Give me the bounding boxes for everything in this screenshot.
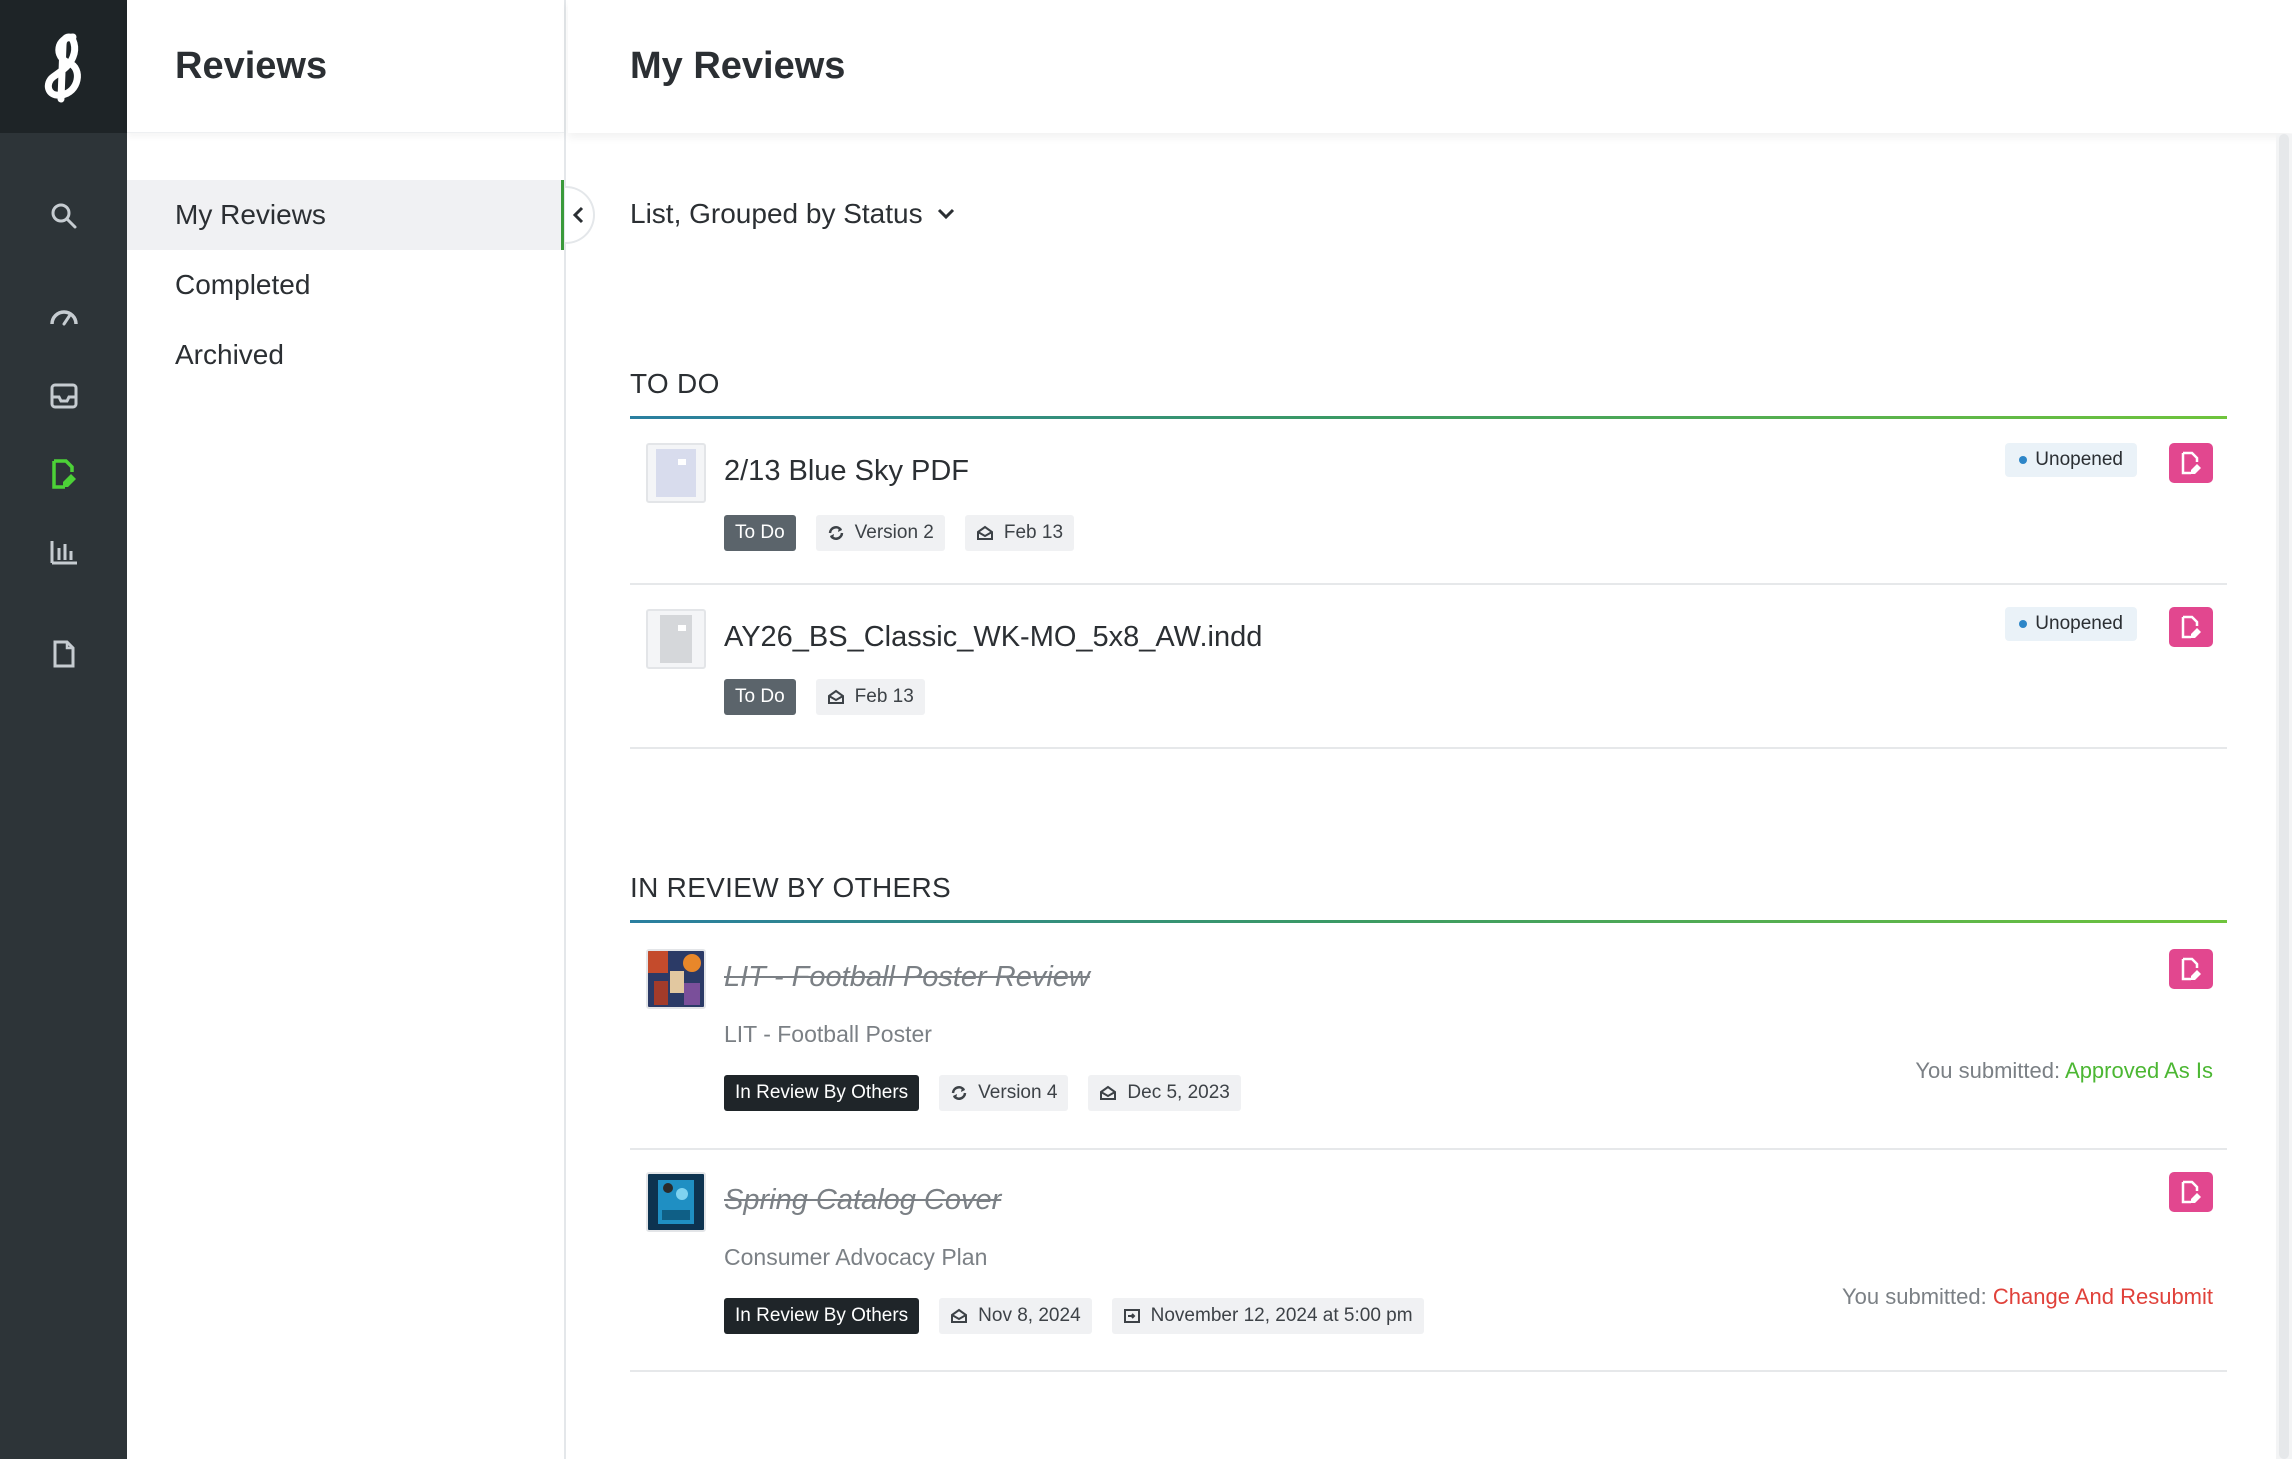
- review-tags: In Review By Others Nov 8, 2024 November…: [724, 1298, 1424, 1334]
- search-icon[interactable]: [38, 190, 90, 242]
- version-label: Version 2: [854, 522, 934, 543]
- date-badge: Feb 13: [964, 515, 1075, 551]
- open-review-button[interactable]: [2169, 1172, 2213, 1212]
- review-row[interactable]: 2/13 Blue Sky PDF To Do Version 2 Feb 13…: [630, 419, 2227, 585]
- review-edit-icon: [2181, 957, 2201, 981]
- decision-change-resubmit: Change And Resubmit: [1992, 1284, 2213, 1309]
- subnav-item-my-reviews[interactable]: My Reviews: [127, 180, 564, 250]
- date-badge: Dec 5, 2023: [1088, 1075, 1241, 1111]
- submitted-label: You submitted:: [1915, 1058, 2061, 1083]
- version-badge: Version 4: [939, 1075, 1069, 1111]
- open-review-button[interactable]: [2169, 949, 2213, 989]
- review-row[interactable]: LIT - Football Poster Review LIT - Footb…: [630, 923, 2227, 1150]
- review-title[interactable]: LIT - Football Poster Review: [724, 961, 1090, 994]
- status-badge-label: In Review By Others: [735, 1082, 909, 1103]
- status-badge: In Review By Others: [724, 1298, 920, 1334]
- status-dot-icon: [2019, 456, 2028, 464]
- subnav-item-label: My Reviews: [175, 199, 326, 230]
- subnav-item-label: Archived: [175, 339, 284, 370]
- logo-icon[interactable]: [0, 0, 127, 133]
- submitted-label: You submitted:: [1842, 1284, 1987, 1309]
- unopened-status: Unopened: [2005, 443, 2137, 477]
- review-title[interactable]: AY26_BS_Classic_WK-MO_5x8_AW.indd: [724, 621, 1262, 654]
- inbox-icon[interactable]: [38, 370, 90, 422]
- subnav-item-label: Completed: [175, 269, 311, 300]
- file-thumbnail: [646, 443, 706, 503]
- review-title[interactable]: 2/13 Blue Sky PDF: [724, 455, 969, 488]
- review-row[interactable]: AY26_BS_Classic_WK-MO_5x8_AW.indd To Do …: [630, 585, 2227, 749]
- date-badge: Feb 13: [815, 679, 925, 715]
- review-tags: To Do Version 2 Feb 13: [724, 515, 1075, 551]
- date-label: Feb 13: [1003, 522, 1064, 543]
- submitted-decision: You submitted: Change And Resubmit: [1842, 1284, 2213, 1310]
- review-project: LIT - Football Poster: [724, 1021, 932, 1047]
- status-dot-icon: [2019, 620, 2028, 628]
- view-mode-dropdown[interactable]: List, Grouped by Status: [630, 198, 955, 230]
- reviews-subnav: Reviews My Reviews Completed Archived: [127, 0, 566, 1459]
- due-date-badge: November 12, 2024 at 5:00 pm: [1111, 1298, 1424, 1334]
- envelope-open-icon: [951, 1308, 968, 1323]
- review-row[interactable]: Spring Catalog Cover Consumer Advocacy P…: [630, 1150, 2227, 1372]
- review-tags: To Do Feb 13: [724, 679, 925, 715]
- page-title: My Reviews: [630, 45, 846, 87]
- status-badge: To Do: [724, 515, 796, 551]
- unopened-label: Unopened: [2035, 613, 2123, 634]
- main-content: My Reviews List, Grouped by Status TO DO…: [568, 0, 2292, 1459]
- envelope-open-icon: [976, 525, 993, 540]
- subnav-item-archived[interactable]: Archived: [127, 320, 564, 390]
- dashboard-icon[interactable]: [38, 290, 90, 342]
- status-badge-label: In Review By Others: [735, 1305, 909, 1326]
- status-badge-label: To Do: [735, 522, 785, 543]
- envelope-open-icon: [1100, 1085, 1117, 1100]
- envelope-open-icon: [827, 689, 844, 704]
- section-heading-in-review: IN REVIEW BY OTHERS: [630, 872, 952, 903]
- review-edit-icon: [2181, 451, 2201, 475]
- review-edit-icon: [2181, 615, 2201, 639]
- subnav-header: Reviews: [127, 0, 564, 133]
- file-thumbnail: [646, 1172, 706, 1232]
- decision-approved: Approved As Is: [2065, 1058, 2213, 1083]
- scrollbar-thumb[interactable]: [2279, 134, 2289, 1459]
- section-title: Reviews: [175, 44, 328, 87]
- status-badge: In Review By Others: [724, 1075, 920, 1111]
- open-review-button[interactable]: [2169, 607, 2213, 647]
- unopened-label: Unopened: [2035, 449, 2123, 470]
- chevron-down-icon: [937, 208, 954, 220]
- version-label: Version 4: [978, 1082, 1058, 1103]
- date-label: Nov 8, 2024: [978, 1305, 1081, 1326]
- version-badge: Version 2: [815, 515, 945, 551]
- file-thumbnail: [646, 609, 706, 669]
- view-mode-label: List, Grouped by Status: [630, 198, 923, 229]
- due-date-icon: [1123, 1309, 1140, 1323]
- document-icon[interactable]: [38, 628, 90, 680]
- sync-icon: [828, 526, 843, 540]
- submitted-decision: You submitted: Approved As Is: [1915, 1058, 2213, 1084]
- reviews-icon[interactable]: [38, 448, 90, 500]
- file-thumbnail: [646, 949, 706, 1009]
- section-heading-todo: TO DO: [630, 368, 720, 399]
- review-tags: In Review By Others Version 4 Dec 5, 202…: [724, 1075, 1241, 1111]
- subnav-item-completed[interactable]: Completed: [127, 250, 564, 320]
- app-rail: [0, 0, 127, 1459]
- main-header: My Reviews: [568, 0, 2292, 133]
- unopened-status: Unopened: [2005, 607, 2137, 641]
- date-label: Dec 5, 2023: [1127, 1082, 1230, 1103]
- status-badge: To Do: [724, 679, 796, 715]
- sync-icon: [951, 1086, 967, 1100]
- subnav-list: My Reviews Completed Archived: [127, 180, 564, 390]
- review-edit-icon: [2181, 1180, 2201, 1204]
- main-scrollbar[interactable]: [2276, 134, 2292, 1459]
- date-badge: Nov 8, 2024: [939, 1298, 1092, 1334]
- due-date-label: November 12, 2024 at 5:00 pm: [1150, 1305, 1413, 1326]
- open-review-button[interactable]: [2169, 443, 2213, 483]
- review-project: Consumer Advocacy Plan: [724, 1244, 988, 1270]
- date-label: Feb 13: [854, 686, 914, 707]
- status-badge-label: To Do: [735, 686, 785, 707]
- review-title[interactable]: Spring Catalog Cover: [724, 1184, 1001, 1217]
- reports-icon[interactable]: [38, 526, 90, 578]
